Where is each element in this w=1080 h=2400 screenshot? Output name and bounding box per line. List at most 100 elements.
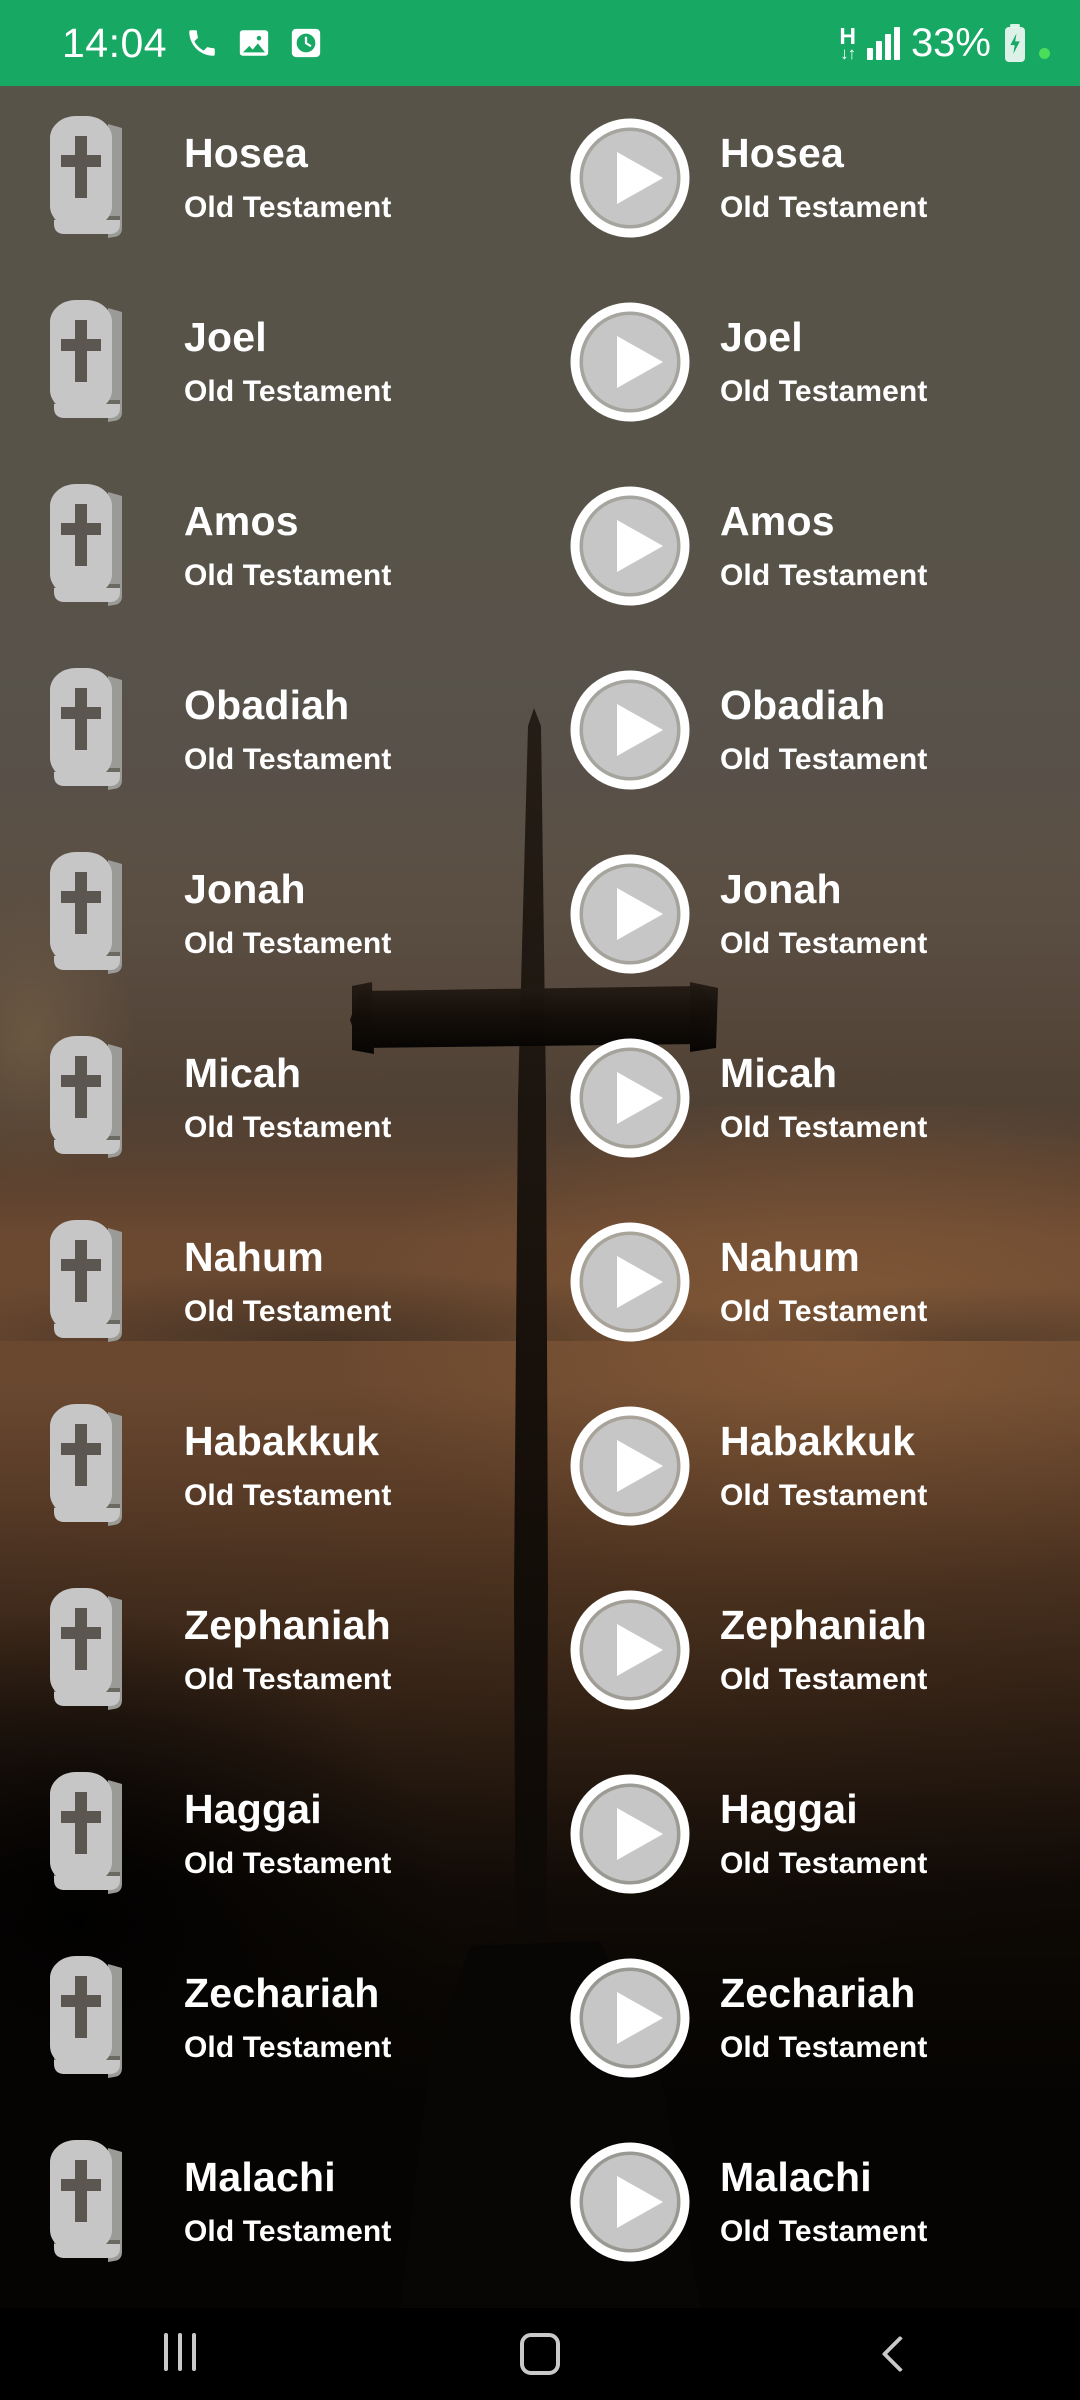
book-listen-item[interactable]: Joel Old Testament <box>540 270 1080 454</box>
book-listen-item[interactable]: Zephaniah Old Testament <box>540 1558 1080 1742</box>
bible-book-cross-icon-wrap[interactable] <box>36 298 140 426</box>
book-listen-item[interactable]: Malachi Old Testament <box>540 2110 1080 2294</box>
book-read-item[interactable]: Malachi Old Testament <box>0 2110 540 2294</box>
bible-book-cross-icon-wrap[interactable] <box>36 2138 140 2266</box>
book-listen-item[interactable]: Amos Old Testament <box>540 454 1080 638</box>
play-circle-icon-wrap[interactable] <box>570 1222 690 1342</box>
book-read-item[interactable]: Hosea Old Testament <box>0 86 540 270</box>
bible-book-cross-icon <box>50 1956 122 2078</box>
book-title: Obadiah <box>184 682 350 729</box>
play-circle-icon-wrap[interactable] <box>570 1406 690 1526</box>
play-circle-icon-wrap[interactable] <box>570 302 690 422</box>
book-testament: Old Testament <box>720 743 928 777</box>
play-circle-icon <box>570 486 690 606</box>
book-testament: Old Testament <box>184 1847 392 1881</box>
book-title: Micah <box>720 1050 838 1097</box>
book-title: Zechariah <box>720 1970 916 2017</box>
play-circle-icon-wrap[interactable] <box>570 486 690 606</box>
book-title: Haggai <box>184 1786 322 1833</box>
book-testament: Old Testament <box>184 2031 392 2065</box>
book-read-meta: Habakkuk Old Testament <box>184 1420 391 1512</box>
book-read-item[interactable]: Zephaniah Old Testament <box>0 1558 540 1742</box>
play-circle-icon-wrap[interactable] <box>570 1774 690 1894</box>
book-listen-meta: Nahum Old Testament <box>720 1236 927 1328</box>
book-listen-item[interactable]: Micah Old Testament <box>540 1006 1080 1190</box>
book-listen-item[interactable]: Hosea Old Testament <box>540 86 1080 270</box>
book-listen-item[interactable]: Zechariah Old Testament <box>540 1926 1080 2110</box>
home-button[interactable] <box>450 2308 630 2400</box>
android-navigation-bar[interactable] <box>0 2308 1080 2400</box>
play-circle-icon-wrap[interactable] <box>570 2142 690 2262</box>
bible-book-cross-icon-wrap[interactable] <box>36 1954 140 2082</box>
book-testament: Old Testament <box>720 1111 928 1145</box>
book-testament: Old Testament <box>184 927 392 961</box>
home-icon <box>520 2333 560 2375</box>
bible-book-cross-icon-wrap[interactable] <box>36 1034 140 1162</box>
book-testament: Old Testament <box>720 559 928 593</box>
bible-book-cross-icon-wrap[interactable] <box>36 1218 140 1346</box>
bible-book-cross-icon-wrap[interactable] <box>36 1402 140 1530</box>
bible-book-cross-icon <box>50 1220 122 1342</box>
bible-book-cross-icon-wrap[interactable] <box>36 850 140 978</box>
recent-apps-button[interactable] <box>90 2308 270 2400</box>
play-circle-icon <box>570 854 690 974</box>
book-testament: Old Testament <box>184 1479 392 1513</box>
bible-book-cross-icon-wrap[interactable] <box>36 1586 140 1714</box>
book-listen-item[interactable]: Obadiah Old Testament <box>540 638 1080 822</box>
book-listen-meta: Haggai Old Testament <box>720 1788 927 1880</box>
book-testament: Old Testament <box>184 1295 392 1329</box>
back-icon <box>881 2335 919 2373</box>
book-read-item[interactable]: Joel Old Testament <box>0 270 540 454</box>
book-row: Malachi Old Testament Malachi Old Testam… <box>0 2110 1080 2294</box>
status-bar: 14:04 H ↓↑ 33% <box>0 0 1080 86</box>
book-title: Nahum <box>720 1234 860 1281</box>
book-title: Malachi <box>184 2154 336 2201</box>
book-listen-item[interactable]: Jonah Old Testament <box>540 822 1080 1006</box>
bible-book-cross-icon-wrap[interactable] <box>36 114 140 242</box>
book-read-item[interactable]: Habakkuk Old Testament <box>0 1374 540 1558</box>
book-testament: Old Testament <box>184 2215 392 2249</box>
play-circle-icon <box>570 1038 690 1158</box>
book-title: Zephaniah <box>184 1602 391 1649</box>
book-title: Zephaniah <box>720 1602 927 1649</box>
book-row: Nahum Old Testament Nahum Old Testament <box>0 1190 1080 1374</box>
bible-book-cross-icon-wrap[interactable] <box>36 482 140 610</box>
book-read-item[interactable]: Obadiah Old Testament <box>0 638 540 822</box>
bible-book-cross-icon-wrap[interactable] <box>36 666 140 794</box>
play-circle-icon <box>570 670 690 790</box>
book-listen-meta: Joel Old Testament <box>720 316 927 408</box>
book-title: Amos <box>720 498 835 545</box>
book-read-item[interactable]: Nahum Old Testament <box>0 1190 540 1374</box>
book-read-item[interactable]: Zechariah Old Testament <box>0 1926 540 2110</box>
play-circle-icon <box>570 1406 690 1526</box>
book-title: Malachi <box>720 2154 872 2201</box>
book-listen-meta: Malachi Old Testament <box>720 2156 927 2248</box>
phone-icon <box>189 30 215 56</box>
book-list[interactable]: Hosea Old Testament Hosea Old Testament … <box>0 86 1080 2308</box>
back-button[interactable] <box>810 2308 990 2400</box>
book-listen-meta: Micah Old Testament <box>720 1052 927 1144</box>
book-listen-item[interactable]: Nahum Old Testament <box>540 1190 1080 1374</box>
play-circle-icon-wrap[interactable] <box>570 118 690 238</box>
book-testament: Old Testament <box>720 2031 928 2065</box>
play-circle-icon-wrap[interactable] <box>570 1590 690 1710</box>
book-read-item[interactable]: Haggai Old Testament <box>0 1742 540 1926</box>
book-listen-meta: Hosea Old Testament <box>720 132 927 224</box>
play-circle-icon-wrap[interactable] <box>570 854 690 974</box>
play-circle-icon-wrap[interactable] <box>570 1038 690 1158</box>
battery-charging-icon <box>1005 24 1025 62</box>
bible-book-cross-icon-wrap[interactable] <box>36 1770 140 1898</box>
status-time: 14:04 <box>62 19 168 66</box>
book-row: Zephaniah Old Testament Zephaniah Old Te… <box>0 1558 1080 1742</box>
book-read-item[interactable]: Jonah Old Testament <box>0 822 540 1006</box>
book-read-meta: Nahum Old Testament <box>184 1236 391 1328</box>
data-transfer-icon: H ↓↑ <box>839 24 856 62</box>
book-read-item[interactable]: Amos Old Testament <box>0 454 540 638</box>
play-circle-icon-wrap[interactable] <box>570 1958 690 2078</box>
book-read-item[interactable]: Micah Old Testament <box>0 1006 540 1190</box>
book-title: Joel <box>184 314 267 361</box>
book-listen-item[interactable]: Haggai Old Testament <box>540 1742 1080 1926</box>
book-row: Zechariah Old Testament Zechariah Old Te… <box>0 1926 1080 2110</box>
play-circle-icon-wrap[interactable] <box>570 670 690 790</box>
book-listen-item[interactable]: Habakkuk Old Testament <box>540 1374 1080 1558</box>
